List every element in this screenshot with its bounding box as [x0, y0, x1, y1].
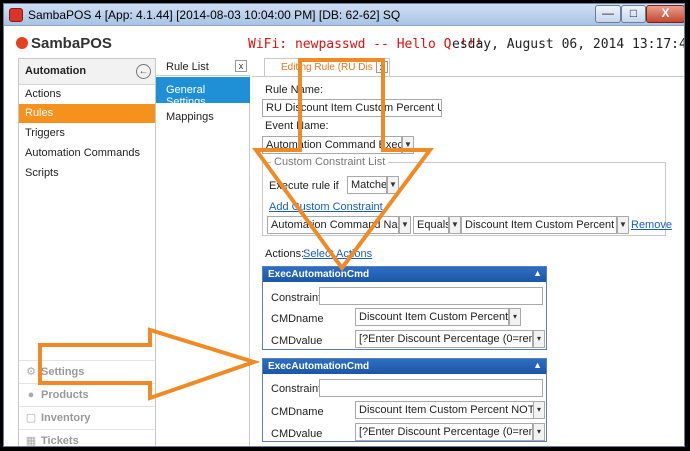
sidebar-item-actions[interactable]: Actions	[19, 85, 155, 104]
datetime-display: esday, August 06, 2014 13:17:44	[452, 37, 685, 52]
constraint-value-select[interactable]: Discount Item Custom Percent (Ask)	[461, 216, 617, 234]
tab-strip-line	[252, 76, 684, 77]
action-cmdvalue-label: CMDvalue	[271, 428, 323, 440]
tab-editing-rule-label: Editing Rule (RU Disco	[281, 62, 373, 73]
custom-constraint-group: Custom Constraint List Execute rule if M…	[262, 156, 672, 236]
app-header: SambaPOS WiFi: newpasswd -- Hello Q !!! …	[4, 26, 684, 58]
chevron-down-icon[interactable]: ▾	[509, 308, 521, 326]
rule-name-input[interactable]: RU Discount Item Custom Percent Update	[262, 99, 442, 117]
action-header[interactable]: ExecAutomationCmd ▲	[263, 267, 546, 282]
execute-rule-label: Execute rule if	[269, 180, 339, 192]
custom-constraint-title: Custom Constraint List	[271, 156, 389, 168]
action-cmdvalue-label: CMDvalue	[271, 335, 323, 347]
action-constraint-input[interactable]	[319, 379, 543, 397]
maximize-button[interactable]: □	[621, 5, 646, 23]
chevron-down-icon[interactable]: ▼	[449, 216, 461, 234]
collapse-icon[interactable]: ▲	[533, 268, 542, 278]
constraint-field-select[interactable]: Automation Command Name	[267, 216, 399, 234]
chevron-down-icon[interactable]: ▼	[617, 216, 629, 234]
minimize-button[interactable]: —	[595, 5, 621, 23]
event-name-select[interactable]: Automation Command Executed	[262, 136, 402, 154]
list-item-mappings[interactable]: Mappings	[156, 104, 250, 130]
action-cmdvalue-select[interactable]: [?Enter Discount Percentage (0=remove)]	[355, 423, 533, 441]
window-title: SambaPOS 4 [App: 4.1.44] [2014-08-03 10:…	[28, 8, 401, 22]
gear-icon: ⚙	[26, 366, 36, 378]
chevron-down-icon[interactable]: ▾	[533, 423, 545, 441]
logo-text: SambaPOS	[31, 35, 112, 52]
constraint-operator-select[interactable]: Equals	[413, 216, 449, 234]
sidebar-item-rules[interactable]: Rules	[19, 104, 155, 123]
execute-rule-select[interactable]: Matches	[347, 176, 387, 194]
tab-rule-list[interactable]: Rule List x	[156, 58, 250, 76]
sidebar-item-scripts[interactable]: Scripts	[19, 164, 155, 183]
list-item-general-settings[interactable]: General Settings	[156, 77, 250, 108]
chevron-down-icon[interactable]: ▼	[387, 176, 399, 194]
rule-list-panel: Rule List x General Settings Mappings	[156, 58, 250, 446]
box-icon: ▢	[25, 412, 37, 424]
chevron-down-icon[interactable]: ▾	[533, 330, 545, 348]
action-cmdname-label: CMDname	[271, 406, 324, 418]
action-cmdname-label: CMDname	[271, 313, 324, 325]
action-header[interactable]: ExecAutomationCmd ▲	[263, 359, 546, 374]
action-card: ExecAutomationCmd ▲ Constraint: CMDname …	[262, 266, 547, 350]
wifi-message: WiFi: newpasswd -- Hello Q !!!	[248, 37, 483, 52]
sidebar-item-tickets-label: Tickets	[41, 435, 79, 447]
chevron-down-icon[interactable]: ▼	[399, 216, 411, 234]
add-custom-constraint-link[interactable]: Add Custom Constraint	[269, 201, 383, 213]
sidebar-item-inventory[interactable]: ▢ Inventory	[19, 406, 155, 429]
select-actions-link[interactable]: Select Actions	[303, 248, 372, 260]
sidebar-item-inventory-label: Inventory	[41, 412, 91, 424]
back-arrow-icon[interactable]: ←	[136, 64, 151, 79]
logo-icon	[16, 37, 28, 49]
sidebar-item-tickets[interactable]: ▦ Tickets	[19, 429, 155, 447]
action-constraint-input[interactable]	[319, 287, 543, 305]
chevron-down-icon[interactable]: ▾	[533, 401, 545, 419]
tab-rule-list-label: Rule List	[166, 61, 209, 73]
apple-icon: ●	[27, 389, 35, 401]
sidebar-title: Automation	[25, 65, 87, 77]
sidebar-item-settings-label: Settings	[41, 366, 85, 378]
event-name-label: Event Name:	[265, 120, 329, 132]
remove-constraint-link[interactable]: Remove	[631, 219, 672, 231]
rule-name-label: Rule Name:	[265, 84, 324, 96]
chevron-down-icon[interactable]: ▼	[402, 136, 414, 154]
sidebar-item-settings[interactable]: ⚙ Settings	[19, 360, 155, 383]
sidebar-item-triggers[interactable]: Triggers	[19, 124, 155, 143]
close-icon[interactable]: x	[235, 60, 247, 72]
action-cmdname-select[interactable]: Discount Item Custom Percent Zero	[355, 308, 509, 326]
app-icon	[9, 8, 23, 22]
rule-editor: Editing Rule (RU Disco x Rule Name: RU D…	[252, 58, 684, 446]
sambapos-logo: SambaPOS	[16, 35, 112, 52]
close-icon[interactable]: x	[376, 61, 388, 73]
sidebar-item-products[interactable]: ● Products	[19, 383, 155, 406]
action-cmdvalue-select[interactable]: [?Enter Discount Percentage (0=remove)]	[355, 330, 533, 348]
sidebar-header: Automation ←	[19, 59, 155, 85]
title-bar[interactable]: SambaPOS 4 [App: 4.1.44] [2014-08-03 10:…	[4, 4, 684, 26]
app-window: SambaPOS 4 [App: 4.1.44] [2014-08-03 10:…	[3, 3, 685, 447]
action-card: ExecAutomationCmd ▲ Constraint: CMDname …	[262, 358, 547, 442]
action-header-label: ExecAutomationCmd	[268, 361, 370, 372]
tab-editing-rule[interactable]: Editing Rule (RU Disco x	[264, 58, 390, 76]
automation-sidebar: Automation ← Actions Rules Triggers Auto…	[18, 58, 156, 447]
action-constraint-label: Constraint:	[271, 292, 325, 304]
sidebar-item-automation-commands[interactable]: Automation Commands	[19, 144, 155, 163]
action-cmdname-select[interactable]: Discount Item Custom Percent NOT Zero	[355, 401, 537, 419]
ticket-icon: ▦	[25, 435, 37, 447]
sidebar-item-products-label: Products	[41, 389, 89, 401]
action-constraint-label: Constraint:	[271, 383, 325, 395]
collapse-icon[interactable]: ▲	[533, 360, 542, 370]
close-window-button[interactable]: X	[646, 5, 684, 23]
action-header-label: ExecAutomationCmd	[268, 269, 370, 280]
actions-label: Actions:	[265, 248, 305, 260]
